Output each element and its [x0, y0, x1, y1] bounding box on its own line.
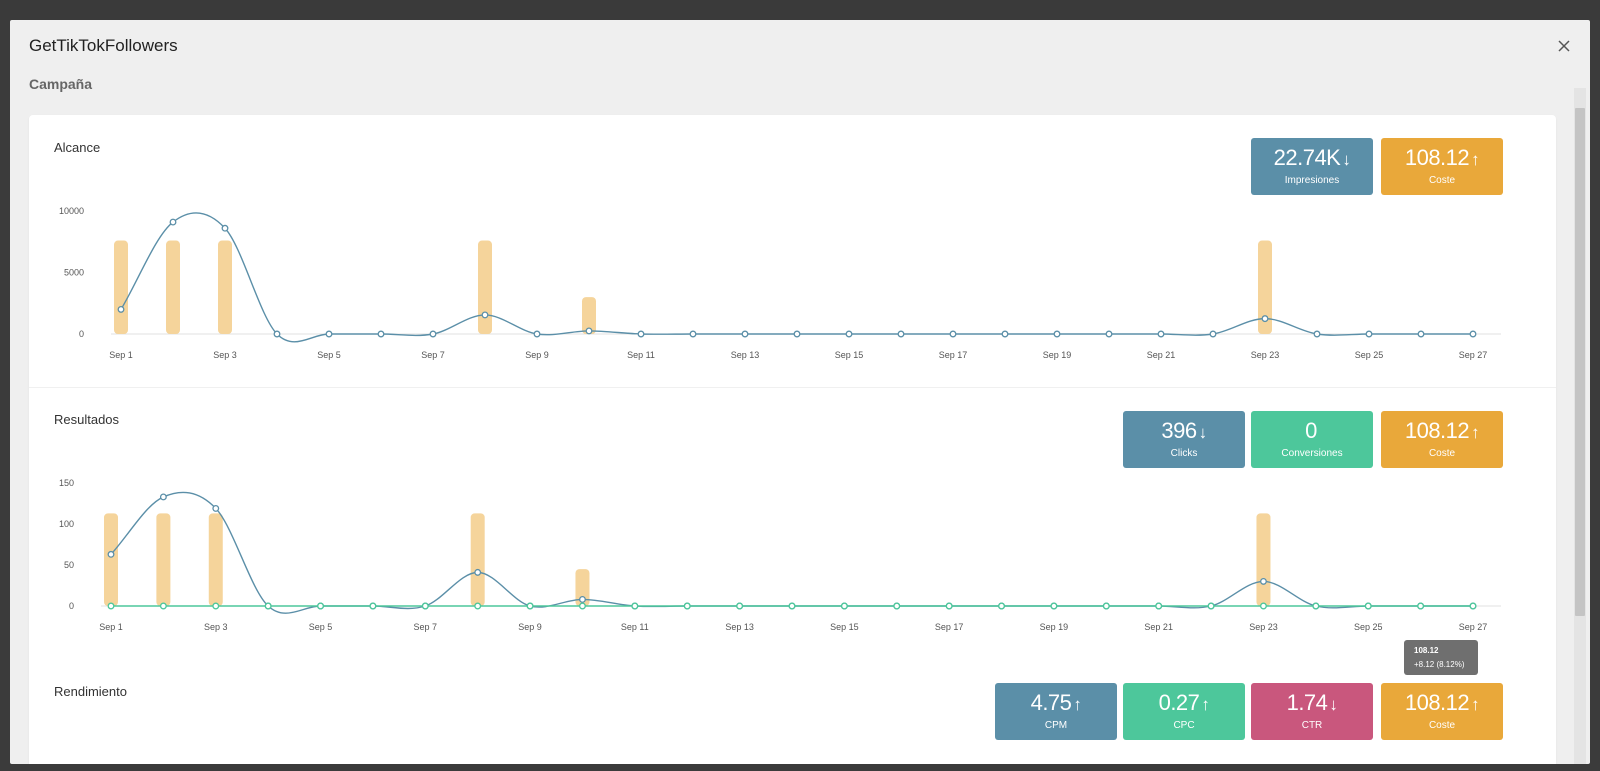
- data-point: [1260, 577, 1267, 585]
- x-tick-label: Sep 23: [1249, 622, 1278, 632]
- data-point: [1469, 602, 1477, 610]
- tooltip-value: 108.12: [1414, 646, 1439, 655]
- metric-cpc[interactable]: 0.27 ↑ CPC: [1123, 683, 1245, 740]
- chart-tooltip: 108.12 +8.12 (8.12%): [1404, 640, 1478, 675]
- data-point: [317, 602, 324, 610]
- campaign-card: Alcance 22.74K ↓ Impresiones 108.12 ↑ Cost…: [29, 115, 1556, 764]
- data-point: [1207, 602, 1215, 610]
- bar: [470, 513, 485, 606]
- metric-value: 4.75: [1030, 690, 1072, 715]
- x-tick-label: Sep 19: [1040, 622, 1069, 632]
- x-tick-label: Sep 21: [1144, 622, 1173, 632]
- bar: [1256, 513, 1271, 606]
- modal-title: GetTikTokFollowers: [29, 36, 178, 55]
- close-icon[interactable]: [1554, 36, 1574, 56]
- data-point: [107, 550, 115, 558]
- metric-label: CPM: [1044, 720, 1068, 731]
- data-point: [1102, 602, 1110, 610]
- bar: [156, 513, 171, 606]
- section-heading: Campaña: [29, 76, 93, 92]
- campaign-modal: GetTikTokFollowers Campaña Alcance 22.74…: [10, 20, 1590, 764]
- metric-value: 0.27: [1158, 690, 1200, 715]
- x-tick-label: Sep 5: [309, 622, 333, 632]
- data-point: [159, 602, 167, 610]
- data-point: [631, 602, 639, 610]
- y-tick-label: 150: [59, 478, 74, 488]
- tooltip-change: +8.12 (8.12%): [1414, 660, 1465, 669]
- y-tick-label: 50: [64, 560, 74, 570]
- metric-coste[interactable]: 108.12 ↑ Coste: [1381, 683, 1503, 740]
- metric-value: 108.12: [1404, 690, 1470, 715]
- data-point: [1155, 602, 1163, 610]
- data-point: [474, 568, 482, 576]
- bar: [104, 513, 118, 606]
- x-tick-label: Sep 17: [935, 622, 964, 632]
- data-point: [1312, 602, 1320, 610]
- data-point: [1050, 602, 1058, 610]
- panel-title-rendimiento: Rendimiento: [54, 684, 127, 699]
- data-point: [474, 602, 482, 610]
- metric-value: 1.74: [1286, 690, 1328, 715]
- metric-label: Coste: [1428, 720, 1456, 731]
- data-point: [212, 504, 220, 512]
- data-point: [369, 602, 377, 610]
- x-tick-label: Sep 25: [1354, 622, 1383, 632]
- metric-label: CPC: [1173, 720, 1195, 731]
- data-point: [1364, 602, 1372, 610]
- data-point: [788, 602, 796, 610]
- x-tick-label: Sep 27: [1459, 622, 1488, 632]
- data-point: [159, 493, 167, 501]
- x-tick-label: Sep 1: [99, 622, 123, 632]
- data-point: [107, 602, 115, 610]
- data-point: [998, 602, 1005, 610]
- data-point: [840, 602, 848, 610]
- data-point: [683, 602, 691, 610]
- page-backdrop: [0, 0, 1600, 20]
- data-point: [526, 602, 534, 610]
- data-point: [264, 602, 272, 610]
- data-point: [1417, 602, 1425, 610]
- scrollbar-thumb[interactable]: [1575, 108, 1585, 616]
- data-point: [1260, 602, 1267, 610]
- metric-label: CTR: [1301, 720, 1323, 731]
- data-point: [893, 602, 901, 610]
- arrow-up-icon: ↑: [1201, 695, 1210, 714]
- x-tick-label: Sep 13: [725, 622, 754, 632]
- bar: [208, 513, 223, 606]
- resultados-chart: 0 50 100 150 Sep 1 Sep 3 Sep 5 Sep 7 Sep 9 Sep 11…: [59, 478, 1501, 632]
- data-point: [579, 602, 586, 610]
- data-point: [736, 602, 744, 610]
- y-tick-label: 100: [59, 519, 74, 529]
- data-point: [945, 602, 953, 610]
- data-point: [421, 602, 429, 610]
- y-tick-label: 0: [69, 601, 74, 611]
- x-tick-label: Sep 9: [518, 622, 542, 632]
- data-point: [212, 602, 220, 610]
- x-tick-label: Sep 11: [621, 622, 649, 632]
- data-point: [579, 595, 586, 603]
- x-tick-label: Sep 3: [204, 622, 228, 632]
- arrow-up-icon: ↑: [1471, 695, 1480, 714]
- arrow-down-icon: ↓: [1329, 695, 1338, 714]
- metric-ctr[interactable]: 1.74 ↓ CTR: [1251, 683, 1373, 740]
- x-tick-label: Sep 7: [414, 622, 438, 632]
- x-tick-label: Sep 15: [830, 622, 859, 632]
- arrow-up-icon: ↑: [1073, 695, 1082, 714]
- metric-cpm[interactable]: 4.75 ↑ CPM: [995, 683, 1117, 740]
- scrollbar[interactable]: [1574, 88, 1586, 764]
